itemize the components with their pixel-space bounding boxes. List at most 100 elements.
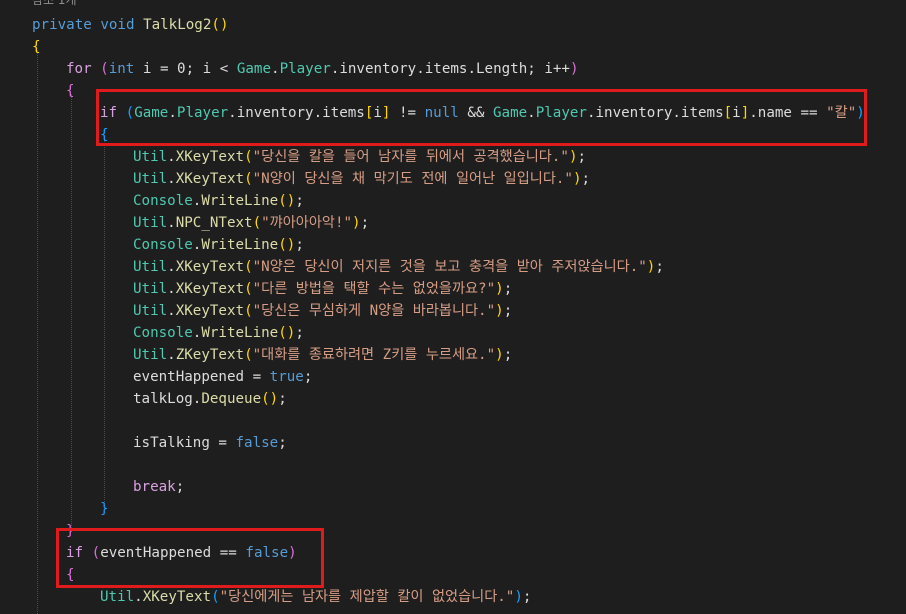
- code-token: (: [244, 281, 253, 297]
- code-token: "N양이 당신을 채 막기도 전에 일어난 일입니다.": [252, 171, 573, 187]
- code-line[interactable]: {: [66, 80, 75, 102]
- code-line[interactable]: Util.XKeyText("N양은 당신이 저지른 것을 보고 충격을 받아 …: [133, 256, 664, 278]
- code-token: ZKeyText: [175, 347, 245, 363]
- code-token: for: [66, 61, 92, 77]
- code-token: Player: [279, 61, 331, 77]
- indent-guide: [104, 140, 105, 510]
- code-token: Util: [133, 149, 168, 165]
- highlight-box-if-knife-condition: [96, 89, 867, 146]
- code-token: eventHappened =: [133, 369, 270, 385]
- code-token: "N양은 당신이 저지른 것을 보고 충격을 받아 주저앉습니다.": [252, 259, 647, 275]
- code-line[interactable]: Util.XKeyText("당신에게는 남자를 제압할 칼이 없었습니다.")…: [100, 586, 531, 608]
- code-line[interactable]: {: [32, 36, 41, 58]
- code-token: ): [495, 281, 504, 297]
- code-token: ;: [503, 281, 513, 297]
- code-line[interactable]: Console.WriteLine();: [133, 234, 304, 256]
- code-line[interactable]: Util.XKeyText("당신은 무심하게 N양을 바라봅니다.");: [133, 300, 512, 322]
- code-token: (): [261, 391, 279, 407]
- code-token: ): [514, 589, 523, 605]
- code-token: ;: [577, 149, 587, 165]
- code-token: Console: [133, 325, 193, 341]
- code-token: "당신은 무심하게 N양을 바라봅니다.": [252, 303, 496, 319]
- highlight-box-if-event-happened: [56, 528, 324, 588]
- code-token: ): [568, 149, 578, 165]
- code-token: (: [244, 171, 253, 187]
- code-token: "꺄아아아악!": [261, 215, 353, 231]
- code-token: Util: [100, 589, 135, 605]
- code-token: Util: [133, 215, 168, 231]
- code-line[interactable]: eventHappened = true;: [133, 366, 312, 388]
- code-token: (): [211, 17, 229, 33]
- code-token: XKeyText: [175, 149, 245, 165]
- code-token: TalkLog2: [143, 17, 212, 33]
- code-line[interactable]: Console.WriteLine();: [133, 190, 304, 212]
- code-token: "다른 방법을 택할 수는 없었을까요?": [252, 281, 496, 297]
- code-token: }: [100, 501, 109, 517]
- code-token: XKeyText: [175, 281, 245, 297]
- code-token: (: [252, 215, 262, 231]
- code-token: ): [569, 61, 579, 77]
- code-token: XKeyText: [175, 259, 245, 275]
- code-token: (): [278, 237, 296, 253]
- code-line[interactable]: isTalking = false;: [133, 432, 287, 454]
- code-token: ;: [522, 589, 532, 605]
- code-token: ;: [503, 347, 513, 363]
- code-line[interactable]: Util.NPC_NText("꺄아아아악!");: [133, 212, 369, 234]
- code-token: ;: [295, 325, 304, 341]
- code-token: ): [572, 171, 582, 187]
- code-token: .: [167, 259, 176, 275]
- code-token: .: [167, 303, 176, 319]
- code-token: NPC_NText: [175, 215, 253, 231]
- code-line[interactable]: Util.XKeyText("N양이 당신을 채 막기도 전에 일어난 일입니다…: [133, 168, 590, 190]
- code-token: Console: [133, 193, 193, 209]
- code-token: Util: [133, 281, 168, 297]
- code-token: WriteLine: [201, 193, 279, 209]
- code-token: Dequeue: [201, 391, 262, 407]
- code-token: ;: [360, 215, 370, 231]
- code-token: break: [133, 479, 176, 495]
- code-token: ;: [295, 237, 304, 253]
- code-line[interactable]: talkLog.Dequeue();: [133, 388, 287, 410]
- code-token: ;: [175, 479, 185, 495]
- indent-guide: [71, 94, 72, 532]
- reference-count-codelens[interactable]: 참조 1개: [32, 0, 77, 8]
- code-token: ;: [503, 303, 513, 319]
- code-token: talkLog.: [133, 391, 202, 407]
- code-token: (: [244, 259, 253, 275]
- code-line[interactable]: Util.ZKeyText("대화를 종료하려면 Z키를 누르세요.");: [133, 344, 512, 366]
- code-token: (): [278, 193, 296, 209]
- code-token: XKeyText: [142, 589, 212, 605]
- code-token: "당신에게는 남자를 제압할 칼이 없었습니다.": [219, 589, 515, 605]
- code-token: .inventory.items.Length; i++: [330, 61, 570, 77]
- code-token: .: [167, 171, 176, 187]
- code-line[interactable]: Util.XKeyText("다른 방법을 택할 수는 없었을까요?");: [133, 278, 512, 300]
- code-token: (: [211, 589, 220, 605]
- code-line[interactable]: Console.WriteLine();: [133, 322, 304, 344]
- code-token: {: [66, 83, 75, 99]
- code-token: .: [134, 589, 143, 605]
- code-line[interactable]: Util.XKeyText("당신을 칼을 들어 남자를 뒤에서 공격했습니다.…: [133, 146, 586, 168]
- code-token: ): [495, 347, 504, 363]
- code-token: "대화를 종료하려면 Z키를 누르세요.": [252, 347, 496, 363]
- code-token: Util: [133, 303, 168, 319]
- code-token: void: [100, 17, 135, 33]
- code-editor[interactable]: 참조 1개 private void TalkLog2(){for (int i…: [0, 0, 906, 614]
- code-line[interactable]: for (int i = 0; i < Game.Player.inventor…: [66, 58, 579, 80]
- code-token: isTalking =: [133, 435, 236, 451]
- code-token: WriteLine: [201, 325, 279, 341]
- code-token: Util: [133, 259, 168, 275]
- code-token: (: [244, 149, 253, 165]
- code-token: WriteLine: [201, 237, 279, 253]
- code-token: XKeyText: [175, 171, 245, 187]
- code-token: {: [32, 39, 41, 55]
- code-token: .: [167, 149, 176, 165]
- code-token: "당신을 칼을 들어 남자를 뒤에서 공격했습니다.": [252, 149, 569, 165]
- code-token: int: [108, 61, 135, 77]
- code-line[interactable]: }: [100, 498, 109, 520]
- code-token: Util: [133, 347, 168, 363]
- code-token: ;: [295, 193, 304, 209]
- code-line[interactable]: private void TalkLog2(): [32, 14, 229, 36]
- code-line[interactable]: break;: [133, 476, 184, 498]
